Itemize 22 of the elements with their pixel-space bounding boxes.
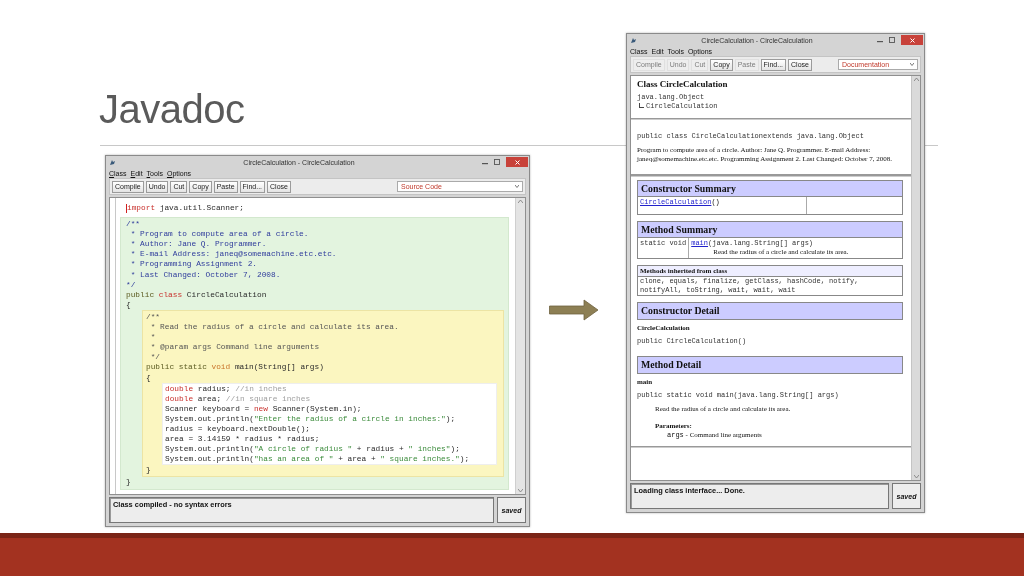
close-icon [909, 37, 915, 43]
arrow-icon [549, 299, 599, 321]
scroll-down-icon[interactable] [518, 489, 523, 492]
slide-title: Javadoc [99, 86, 245, 133]
scroll-down-icon[interactable] [913, 475, 919, 478]
close-button[interactable] [901, 35, 923, 45]
app-icon [109, 158, 116, 166]
class-title: Class CircleCalculation [637, 78, 729, 90]
section-heading: Constructor Detail [637, 302, 903, 320]
close-icon [514, 159, 520, 165]
tree-connector [639, 103, 644, 108]
table-heading: Method Summary [638, 222, 902, 238]
caret-icon [515, 185, 519, 188]
maximize-button[interactable] [494, 159, 500, 165]
scroll-up-icon[interactable] [518, 200, 523, 203]
close-button[interactable] [506, 157, 528, 167]
scroll-up-icon[interactable] [913, 78, 919, 81]
table-heading: Constructor Summary [638, 181, 902, 197]
section-heading: Method Detail [637, 356, 903, 374]
app-icon [630, 36, 637, 44]
caret-icon [910, 63, 914, 66]
maximize-button[interactable] [889, 37, 895, 43]
